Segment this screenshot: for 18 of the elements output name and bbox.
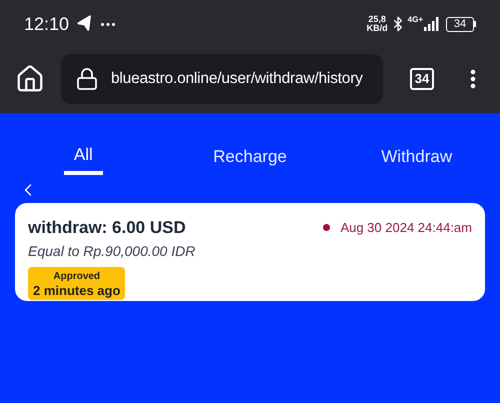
more-icon (101, 22, 116, 26)
network-type: 4G+ (408, 14, 423, 26)
status-label: Approved (53, 270, 100, 284)
tab-count-button[interactable]: 34 (410, 68, 434, 90)
record-title: withdraw: 6.00 USD (28, 217, 186, 239)
tab[interactable]: Withdraw (371, 139, 462, 175)
record-date: Aug 30 2024 24:44:am (340, 219, 472, 237)
battery-indicator: 34 (446, 16, 476, 32)
record-subtitle: Equal to Rp.90,000.00 IDR (28, 242, 196, 261)
speed-value: 25,8 (368, 15, 386, 24)
signal-icon (424, 17, 440, 31)
tab[interactable]: Recharge (203, 139, 297, 175)
time-ago: 2 minutes ago (33, 284, 120, 298)
address-bar[interactable]: blueastro.online/user/withdraw/history (61, 54, 383, 104)
status-time: 12:10 (24, 12, 70, 36)
home-icon[interactable] (15, 64, 45, 94)
tab[interactable]: All (64, 139, 103, 175)
speed-unit: KB/d (366, 24, 388, 33)
